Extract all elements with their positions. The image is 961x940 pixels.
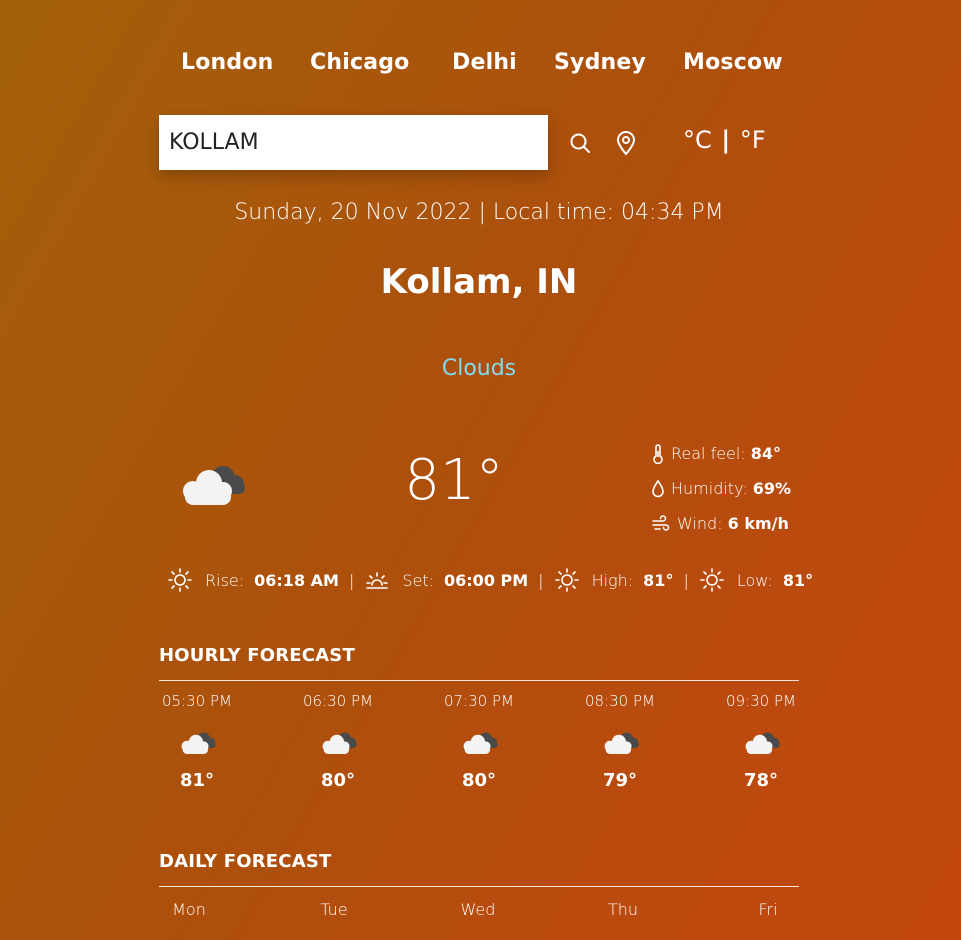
cloud-icon — [181, 732, 216, 754]
city-link-delhi[interactable]: Delhi — [452, 50, 517, 75]
daily-day: Tue — [320, 900, 348, 919]
humidity-label: Humidity: — [671, 479, 748, 498]
daily-day: Wed — [460, 900, 496, 919]
hourly-time: 06:30 PM — [303, 692, 373, 710]
low-item: Low: 81° — [699, 567, 813, 593]
humidity-row: Humidity: 69% — [651, 471, 811, 506]
sun-icon — [554, 568, 579, 592]
sunrise-value: 06:18 AM — [254, 570, 339, 590]
sun-temperature-row: Rise: 06:18 AM | Set: 06:00 PM | High: 8… — [167, 566, 813, 594]
local-datetime: Sunday, 20 Nov 2022 | Local time: 04:34 … — [234, 200, 724, 225]
hourly-temp: 80° — [461, 770, 497, 791]
city-link-sydney[interactable]: Sydney — [554, 50, 646, 75]
divider — [159, 886, 799, 887]
hourly-temp: 78° — [743, 770, 779, 791]
sun-icon — [700, 568, 724, 592]
daily-day: Fri — [758, 900, 778, 919]
search-input[interactable] — [159, 115, 548, 170]
wind-row: Wind: 6 km/h — [651, 506, 811, 541]
city-link-chicago[interactable]: Chicago — [310, 50, 410, 75]
hourly-time: 07:30 PM — [444, 692, 514, 710]
search-icon[interactable] — [568, 131, 592, 159]
location-title: Kollam, IN — [380, 262, 578, 302]
high-item: High: 81° — [554, 567, 674, 593]
high-label: High: — [591, 570, 634, 590]
hourly-time: 08:30 PM — [585, 692, 655, 710]
current-temperature: 81° — [404, 448, 504, 513]
city-link-moscow[interactable]: Moscow — [683, 50, 783, 75]
separator: | — [348, 570, 355, 590]
location-pin-icon[interactable] — [614, 130, 638, 160]
hourly-temp: 81° — [179, 770, 215, 791]
weather-condition: Clouds — [441, 356, 517, 381]
sunrise-item: Rise: 06:18 AM — [167, 567, 339, 593]
cloud-icon — [183, 466, 245, 505]
sun-icon — [168, 568, 192, 592]
sunset-value: 06:00 PM — [444, 570, 529, 590]
daily-day: Thu — [607, 900, 639, 919]
divider — [159, 680, 799, 681]
cloud-icon — [322, 732, 357, 754]
hourly-time: 09:30 PM — [726, 692, 796, 710]
sunset-label: Set: — [402, 570, 435, 590]
fahrenheit-button[interactable]: °F — [740, 126, 766, 154]
wind-value: 6 km/h — [727, 514, 789, 533]
hourly-time: 05:30 PM — [162, 692, 232, 710]
separator: | — [538, 570, 544, 590]
daily-forecast-title: DAILY FORECAST — [159, 851, 332, 872]
sunrise-label: Rise: — [205, 570, 245, 590]
hourly-item: 06:30 PM 80° — [293, 692, 383, 791]
hourly-temp: 79° — [602, 770, 638, 791]
cloud-icon — [745, 732, 780, 754]
separator: | — [683, 570, 689, 590]
unit-separator: | — [721, 126, 731, 154]
cloud-icon — [604, 732, 639, 754]
thermometer-icon — [653, 443, 663, 464]
celsius-button[interactable]: °C — [683, 126, 712, 154]
hourly-item: 07:30 PM 80° — [434, 692, 524, 791]
real-feel-label: Real feel: — [671, 444, 746, 463]
weather-details: Real feel: 84° Humidity: 69% Wind: 6 km/… — [651, 436, 811, 541]
daily-day: Mon — [172, 900, 206, 919]
humidity-value: 69% — [752, 479, 792, 498]
droplet-icon — [652, 479, 664, 497]
hourly-item: 08:30 PM 79° — [575, 692, 665, 791]
hourly-forecast-title: HOURLY FORECAST — [159, 645, 355, 666]
city-nav: London Chicago Delhi Sydney Moscow — [159, 50, 799, 84]
sunset-item: Set: 06:00 PM — [364, 567, 528, 593]
city-link-london[interactable]: London — [181, 50, 274, 75]
cloud-icon — [463, 732, 498, 754]
low-label: Low: — [736, 570, 773, 590]
wind-icon — [652, 514, 670, 531]
real-feel-row: Real feel: 84° — [651, 436, 811, 471]
wind-label: Wind: — [677, 514, 723, 533]
hourly-item: 05:30 PM 81° — [152, 692, 242, 791]
unit-toggle: °C | °F — [683, 126, 766, 154]
hourly-temp: 80° — [320, 770, 356, 791]
hourly-item: 09:30 PM 78° — [716, 692, 806, 791]
high-value: 81° — [643, 570, 674, 590]
low-value: 81° — [782, 570, 814, 590]
sunset-icon — [366, 572, 389, 589]
real-feel-value: 84° — [750, 444, 781, 463]
